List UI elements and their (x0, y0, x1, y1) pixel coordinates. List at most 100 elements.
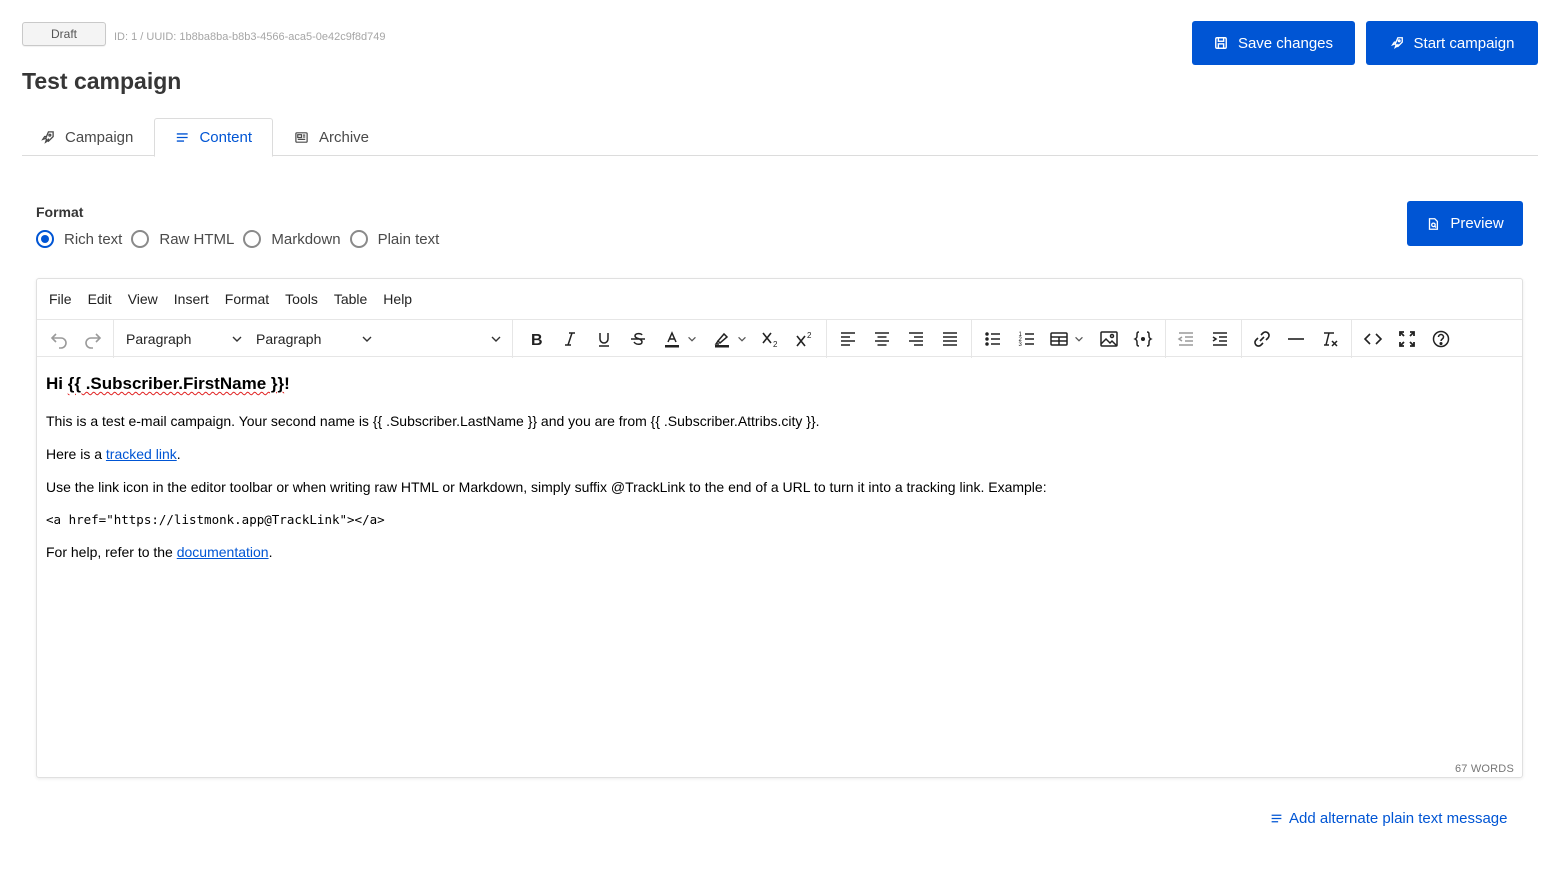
bullet-list-icon (985, 332, 1000, 346)
toolbar-separator (113, 320, 114, 358)
help-button[interactable] (1429, 325, 1453, 353)
format-raw-html-radio[interactable]: Raw HTML (131, 230, 234, 248)
image-icon (1100, 331, 1118, 347)
editor-content-area[interactable]: Hi {{ .Subscriber.FirstName }}! This is … (46, 367, 1510, 577)
horizontal-rule-button[interactable] (1284, 325, 1308, 353)
word-count: 67 WORDS (1454, 763, 1514, 775)
save-icon (1215, 37, 1227, 49)
format-markdown-radio[interactable]: Markdown (243, 230, 341, 248)
tab-content[interactable]: Content (154, 118, 273, 157)
fullscreen-button[interactable] (1395, 325, 1419, 353)
email-heading: Hi {{ .Subscriber.FirstName }}! (46, 374, 1510, 394)
align-right-button[interactable] (904, 325, 928, 353)
bullet-list-button[interactable] (981, 325, 1005, 353)
outdent-icon (1177, 332, 1193, 346)
code-icon (1363, 333, 1383, 345)
tab-campaign-label: Campaign (65, 128, 134, 146)
paragraph-text: . (268, 544, 273, 560)
save-changes-label: Save changes (1237, 34, 1334, 52)
fullscreen-icon (1399, 331, 1415, 347)
format-plain-text-radio[interactable]: Plain text (349, 230, 440, 248)
alt-link-label: Add alternate plain text message (1289, 810, 1508, 827)
save-changes-button[interactable]: Save changes (1192, 21, 1355, 65)
underline-button[interactable] (592, 325, 616, 353)
radio-label: Plain text (377, 230, 440, 248)
redo-button[interactable] (81, 325, 105, 353)
horizontal-line-icon (1288, 338, 1304, 340)
menu-insert[interactable]: Insert (174, 291, 209, 307)
toolbar-separator (512, 320, 513, 358)
menu-view[interactable]: View (128, 291, 158, 307)
superscript-button[interactable]: 2 (792, 325, 816, 353)
document-search-icon (1429, 217, 1439, 230)
preview-button[interactable]: Preview (1407, 201, 1523, 246)
radio-circle (131, 230, 150, 248)
undo-button[interactable] (47, 325, 71, 353)
clear-formatting-button[interactable] (1318, 325, 1342, 353)
text-color-button[interactable] (658, 325, 702, 353)
format-label: Format (36, 204, 84, 220)
radio-circle (243, 230, 262, 248)
menu-edit[interactable]: Edit (88, 291, 112, 307)
template-variable-button[interactable] (1131, 325, 1155, 353)
paragraph-help: For help, refer to the documentation. (46, 544, 1510, 560)
menu-table[interactable]: Table (334, 291, 367, 307)
lines-icon (1271, 814, 1282, 823)
lines-icon (176, 133, 188, 142)
start-campaign-button[interactable]: Start campaign (1366, 21, 1538, 65)
subscript-button[interactable]: 2 (758, 325, 782, 353)
block-format-select[interactable]: Paragraph (126, 325, 244, 353)
add-alternate-plain-text-link[interactable]: Add alternate plain text message (1270, 810, 1507, 827)
menu-format[interactable]: Format (225, 291, 269, 307)
format-rich-text-radio[interactable]: Rich text (36, 230, 122, 248)
svg-text:2: 2 (773, 340, 778, 349)
style-select[interactable]: Paragraph (256, 325, 374, 353)
underline-icon (599, 333, 609, 347)
font-size-select[interactable] (377, 325, 503, 353)
text-color-icon (665, 331, 679, 348)
bold-icon: B (531, 332, 543, 349)
bold-button[interactable]: B (524, 325, 548, 353)
tab-campaign[interactable]: Campaign (24, 118, 149, 156)
italic-button[interactable] (558, 325, 582, 353)
heading-variable: {{ .Subscriber.FirstName }} (67, 374, 285, 393)
menu-file[interactable]: File (49, 291, 72, 307)
heading-prefix: Hi (46, 374, 68, 393)
radio-label: Raw HTML (159, 230, 235, 248)
code-example: <a href="https://listmonk.app@TrackLink"… (46, 512, 385, 527)
align-justify-button[interactable] (938, 325, 962, 353)
paragraph-text: . (176, 446, 181, 462)
paragraph-text: For help, refer to the (46, 544, 177, 560)
paragraph-instructions: Use the link icon in the editor toolbar … (46, 479, 1047, 495)
documentation-link[interactable]: documentation (177, 544, 269, 560)
editor-menubar: File Edit View Insert Format Tools Table… (37, 279, 1522, 319)
highlight-color-button[interactable] (708, 325, 752, 353)
insert-link-button[interactable] (1250, 325, 1274, 353)
insert-image-button[interactable] (1097, 325, 1121, 353)
radio-circle (36, 230, 54, 248)
strikethrough-button[interactable] (626, 325, 650, 353)
menu-help[interactable]: Help (383, 291, 412, 307)
tab-bar: Campaign Content Archive (22, 118, 1538, 157)
format-radio-group: Rich text Raw HTML Markdown Plain text (36, 230, 448, 248)
campaign-meta: ID: 1 / UUID: 1b8ba8ba-b8b3-4566-aca5-0e… (114, 31, 386, 43)
toolbar-separator (1241, 320, 1242, 358)
editor-toolbar: Paragraph Paragraph B 2 2 1 2 3 (37, 319, 1522, 358)
superscript-icon: 2 (796, 331, 812, 347)
page-title: Test campaign (22, 68, 182, 94)
heading-suffix: ! (284, 374, 290, 393)
align-center-button[interactable] (870, 325, 894, 353)
tracked-link[interactable]: tracked link (106, 446, 177, 462)
indent-icon (1212, 332, 1227, 346)
chevron-down-icon (1075, 336, 1083, 342)
menu-tools[interactable]: Tools (285, 291, 318, 307)
outdent-button[interactable] (1174, 325, 1198, 353)
table-button[interactable] (1047, 325, 1087, 353)
numbered-list-button[interactable]: 123 (1015, 325, 1039, 353)
chevron-down-icon (688, 336, 696, 342)
tab-archive[interactable]: Archive (278, 118, 385, 156)
link-icon (1254, 331, 1270, 347)
source-code-button[interactable] (1361, 325, 1385, 353)
align-left-button[interactable] (836, 325, 860, 353)
indent-button[interactable] (1208, 325, 1232, 353)
